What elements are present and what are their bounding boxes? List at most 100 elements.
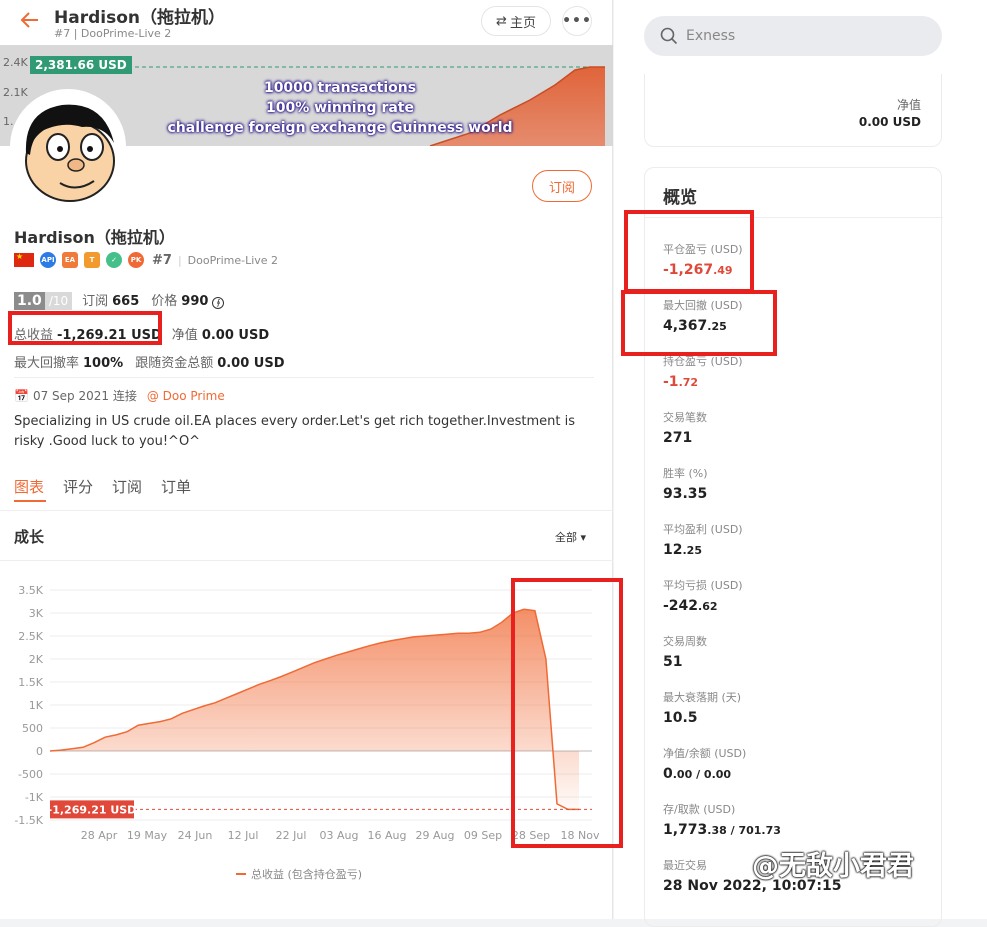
trader-description: Specializing in US crude oil.EA places e…: [14, 414, 576, 449]
pk-badge-icon: PK: [128, 252, 144, 268]
overview-value-main: 271: [663, 430, 693, 446]
active-tab-indicator: [14, 500, 46, 502]
price-value: 990: [181, 294, 209, 309]
divider: [0, 510, 613, 511]
overview-value-decimal: .72: [678, 376, 699, 389]
banner-value-tag: 2,381.66 USD: [30, 56, 132, 74]
equity-card: 净值 0.00 USD: [644, 74, 942, 147]
x-tick-label: 09 Sep: [464, 829, 502, 842]
search-icon: [660, 27, 678, 45]
banner-line: challenge foreign exchange Guinness worl…: [167, 120, 513, 136]
overview-value-decimal: .62: [698, 600, 718, 613]
overview-item-label: 存/取款 (USD): [663, 803, 736, 816]
x-tick-label: 16 Aug: [368, 829, 407, 842]
banner-slogan: 10000 transactions 100% winning rate cha…: [150, 78, 530, 138]
overview-item: 交易周数 51: [663, 633, 707, 670]
more-button[interactable]: •••: [562, 6, 592, 36]
overview-item-value: 10.5: [663, 710, 741, 726]
overview-item-value: 51: [663, 654, 707, 670]
score-badge: 1.0/10: [14, 292, 73, 310]
x-tick-label: 24 Jun: [178, 829, 213, 842]
coin-icon: ∮: [212, 297, 225, 309]
overview-value-main: -242: [663, 598, 699, 614]
overview-item-label: 交易周数: [663, 635, 707, 648]
page-subtitle: #7 | DooPrime-Live 2: [54, 27, 172, 40]
y-tick-label: -500: [18, 768, 43, 781]
join-info: 📅 07 Sep 2021 连接 @ Doo Prime: [14, 387, 225, 404]
overview-value-decimal: .25: [682, 544, 702, 557]
score-max: /10: [44, 292, 73, 310]
banner-line: 100% winning rate: [266, 100, 414, 116]
overview-value-main: 51: [663, 654, 683, 670]
broker-link[interactable]: @ Doo Prime: [147, 389, 225, 403]
x-tick-label: 29 Aug: [416, 829, 455, 842]
tab-rating[interactable]: 评分: [63, 476, 93, 497]
ea-badge-icon: EA: [62, 252, 78, 268]
subscribe-button[interactable]: 订阅: [532, 170, 592, 202]
overview-title: 概览: [663, 188, 697, 208]
y-tick-label: 0: [36, 745, 43, 758]
overview-value-main: 0: [663, 766, 673, 782]
overview-item-label: 交易笔数: [663, 411, 707, 424]
calendar-icon: 📅: [14, 388, 29, 403]
china-flag-icon: ★: [14, 253, 34, 267]
dropdown-icon: ▾: [580, 531, 587, 544]
overview-item: 持仓盈亏 (USD) -1.72: [663, 353, 743, 390]
overview-value-decimal: .00 / 0.00: [672, 768, 732, 781]
overview-item: 存/取款 (USD) 1,773.38 / 701.73: [663, 801, 781, 838]
tab-orders[interactable]: 订单: [161, 476, 191, 497]
x-tick-label: 19 May: [127, 829, 168, 842]
overview-value-main: 12: [663, 542, 683, 558]
y-tick-label: 1K: [29, 699, 44, 712]
range-filter[interactable]: 全部 ▾: [555, 529, 586, 545]
equity-card-value: 0.00 USD: [858, 115, 921, 129]
x-tick-label: 12 Jul: [228, 829, 259, 842]
y-tick-label: 2.5K: [18, 630, 43, 643]
search-input[interactable]: Exness: [644, 16, 942, 56]
divider: [14, 377, 594, 378]
banner-ytick: 2.4K: [3, 56, 28, 69]
y-tick-label: 3K: [29, 607, 44, 620]
overview-item-value: -1.72: [663, 374, 743, 390]
home-button[interactable]: ⇄ 主页: [481, 6, 551, 36]
overview-item-value: 1,773.38 / 701.73: [663, 822, 781, 838]
trader-name: Hardison（拖拉机）: [14, 228, 175, 247]
badge-row: ★ API EA T ✓ PK #7 | DooPrime-Live 2: [14, 252, 279, 268]
banner-line: 10000 transactions: [263, 80, 417, 96]
y-tick-label: 2K: [29, 653, 44, 666]
legend-label: 总收益 (包含持仓盈亏): [251, 868, 363, 881]
highlight-box: [8, 311, 162, 345]
x-tick-label: 22 Jul: [276, 829, 307, 842]
x-tick-label: 03 Aug: [320, 829, 359, 842]
t-badge-icon: T: [84, 252, 100, 268]
equity-card-label: 净值: [896, 98, 921, 112]
search-placeholder: Exness: [686, 28, 736, 44]
overview-value-main: 10.5: [663, 710, 698, 726]
y-tick-label: 500: [22, 722, 43, 735]
overview-item-value: 12.25: [663, 542, 743, 558]
follow-value: 0.00 USD: [217, 356, 285, 371]
overview-value-main: -1: [663, 374, 679, 390]
overview-item-label: 平均亏损 (USD): [663, 579, 743, 592]
score-row: 1.0/10 订阅 665 价格 990 ∮: [14, 290, 225, 310]
follow-label: 跟随资金总额: [135, 356, 214, 371]
tab-bar: 图表 评分 订阅 订单: [14, 476, 191, 497]
tab-chart[interactable]: 图表: [14, 476, 44, 497]
overview-item: 交易笔数 271: [663, 409, 707, 446]
growth-title: 成长: [14, 528, 45, 546]
cartoon-face-icon: [25, 104, 115, 202]
drawdown-row: 最大回撤率 100% 跟随资金总额 0.00 USD: [14, 352, 285, 371]
range-filter-label: 全部: [555, 531, 577, 544]
banner-ytick: 1.: [3, 115, 14, 128]
overview-item-label: 净值/余额 (USD): [663, 747, 747, 760]
equity-value: 0.00 USD: [201, 328, 270, 343]
y-tick-label: -1K: [25, 791, 44, 804]
top-bar: Hardison（拖拉机） #7 | DooPrime-Live 2 ⇄ 主页 …: [0, 0, 613, 46]
y-tick-label: -1.5K: [14, 814, 43, 827]
back-arrow-icon[interactable]: [18, 8, 42, 32]
tab-subscription[interactable]: 订阅: [112, 476, 142, 497]
page-title: Hardison（拖拉机）: [54, 8, 225, 28]
rank: #7: [152, 252, 172, 268]
avatar: [10, 89, 126, 205]
chart-legend[interactable]: 总收益 (包含持仓盈亏): [236, 866, 362, 882]
